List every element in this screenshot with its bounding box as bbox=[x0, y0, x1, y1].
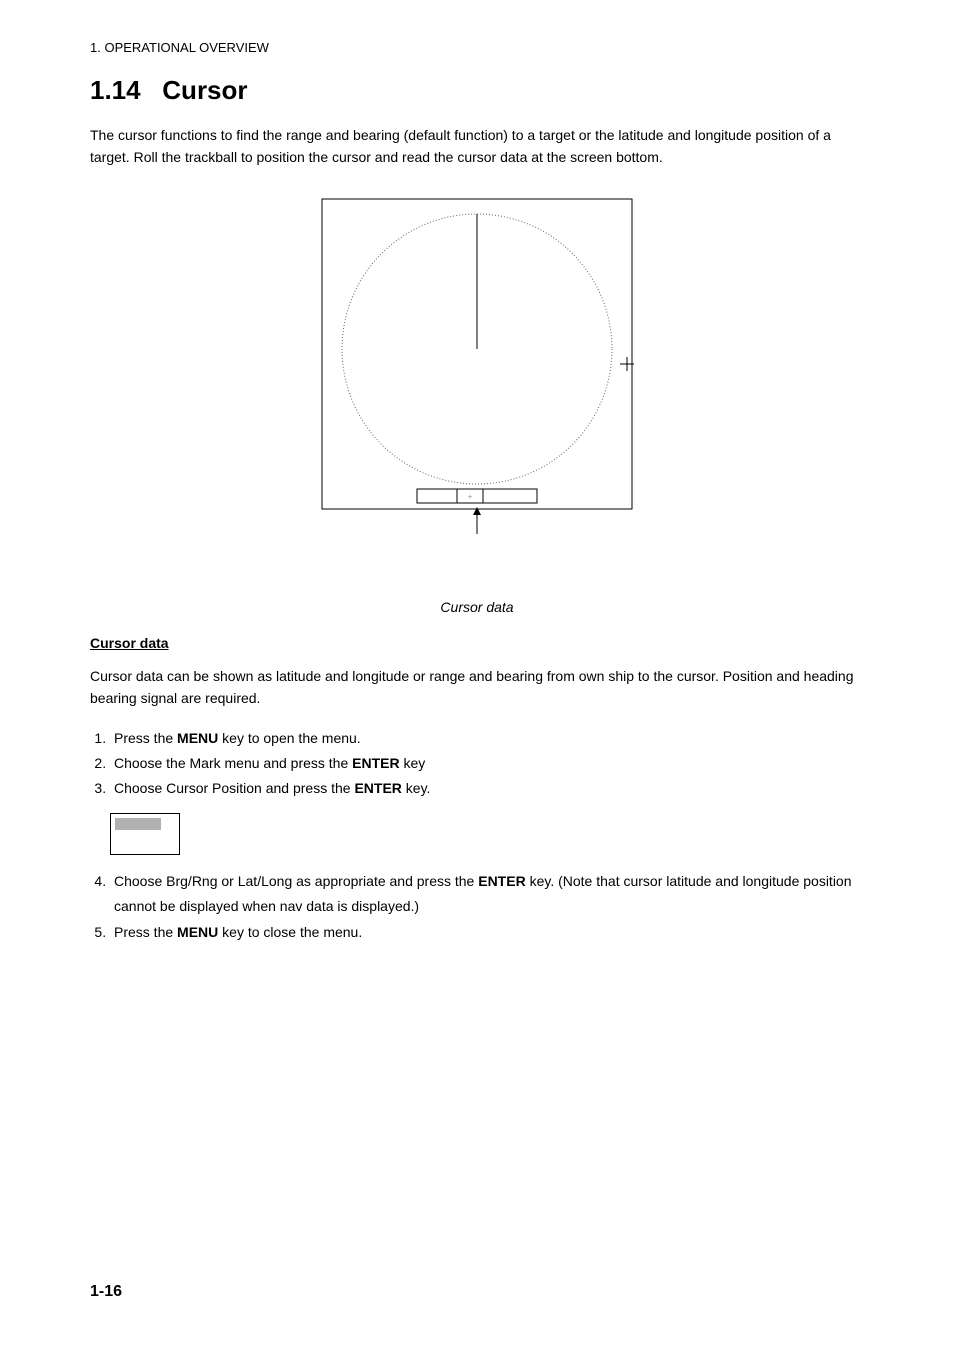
step-3: Choose Cursor Position and press the ENT… bbox=[110, 776, 864, 801]
step-text: key. bbox=[402, 780, 431, 796]
option-highlight bbox=[115, 818, 161, 830]
cursor-data-subheading: Cursor data bbox=[90, 635, 864, 651]
step-text: Choose Brg/Rng or Lat/Long as appropriat… bbox=[114, 873, 478, 889]
step-key: ENTER bbox=[478, 873, 525, 889]
section-number: 1.14 bbox=[90, 75, 141, 105]
page-header: 1. OPERATIONAL OVERVIEW bbox=[90, 40, 864, 55]
cursor-data-intro: Cursor data can be shown as latitude and… bbox=[90, 665, 864, 710]
step-key: MENU bbox=[177, 924, 218, 940]
step-1: Press the MENU key to open the menu. bbox=[110, 726, 864, 751]
step-text: key to close the menu. bbox=[218, 924, 362, 940]
step-text: Press the bbox=[114, 730, 177, 746]
step-key: ENTER bbox=[352, 755, 399, 771]
step-4: Choose Brg/Rng or Lat/Long as appropriat… bbox=[110, 869, 864, 919]
intro-paragraph: The cursor functions to find the range a… bbox=[90, 124, 864, 169]
instruction-list-top: Press the MENU key to open the menu. Cho… bbox=[90, 726, 864, 802]
section-title: Cursor bbox=[162, 75, 247, 105]
figure-caption: Cursor data bbox=[90, 599, 864, 615]
radar-diagram-svg: + bbox=[312, 189, 642, 549]
page-number: 1-16 bbox=[90, 1283, 122, 1301]
step-text: key to open the menu. bbox=[218, 730, 360, 746]
step-key: ENTER bbox=[354, 780, 401, 796]
section-heading: 1.14 Cursor bbox=[90, 75, 864, 106]
svg-text:+: + bbox=[468, 494, 472, 501]
radar-diagram: + bbox=[90, 189, 864, 549]
step-5: Press the MENU key to close the menu. bbox=[110, 920, 864, 945]
step-text: Press the bbox=[114, 924, 177, 940]
step-text: Choose Cursor Position and press the bbox=[114, 780, 354, 796]
step-text: key bbox=[400, 755, 426, 771]
step-text: Choose the Mark menu and press the bbox=[114, 755, 352, 771]
option-box bbox=[110, 813, 180, 855]
step-key: MENU bbox=[177, 730, 218, 746]
step-2: Choose the Mark menu and press the ENTER… bbox=[110, 751, 864, 776]
instruction-list-bottom: Choose Brg/Rng or Lat/Long as appropriat… bbox=[90, 869, 864, 945]
